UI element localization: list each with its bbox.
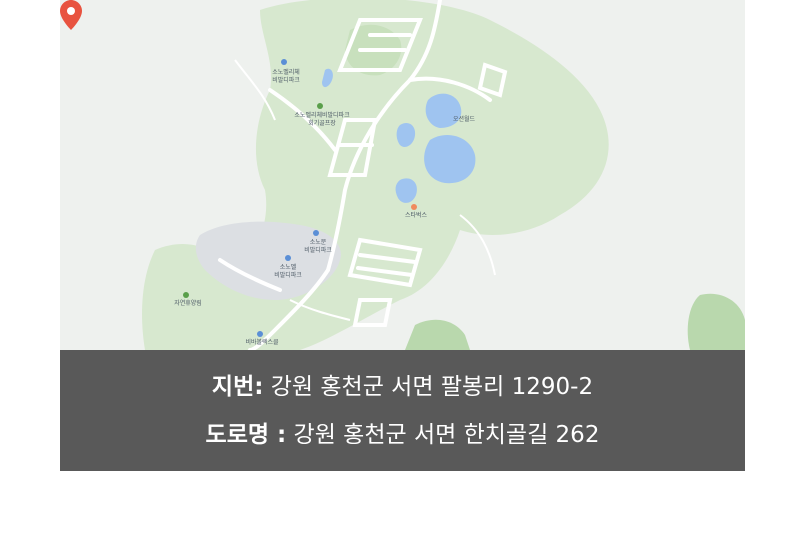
- label-ocean-world[interactable]: 오션월드: [453, 116, 475, 124]
- jibun-label: 지번:: [211, 374, 264, 400]
- starbucks-icon: [411, 204, 417, 210]
- sono-bell-icon: [285, 255, 291, 261]
- map-canvas: [142, 0, 745, 350]
- sono-mun-icon: [313, 230, 319, 236]
- park-area-east: [687, 293, 745, 350]
- label-sono-mun[interactable]: 소노문 비발디파크: [304, 239, 332, 255]
- jibun-address: 지번: 강원 홍천군 서면 팔봉리 1290-2: [60, 372, 745, 402]
- label-sono-bell[interactable]: 소노벨 비발디파크: [274, 264, 302, 280]
- nature-trail-icon: [183, 292, 189, 298]
- label-vivaldi-park[interactable]: 소노벨리체 비발디파크: [272, 69, 300, 85]
- location-pin-icon[interactable]: [60, 0, 82, 30]
- jibun-value: 강원 홍천군 서면 팔봉리 1290-2: [263, 374, 594, 400]
- road-address: 도로명 : 강원 홍천군 서면 한치골길 262: [60, 420, 745, 450]
- label-golf[interactable]: 소노벨리체비발디파크 회기골프장: [294, 112, 349, 128]
- road-value: 강원 홍천군 서면 한치골길 262: [286, 422, 600, 448]
- label-starbucks[interactable]: 스타벅스: [405, 212, 427, 220]
- vivaldi-bottom-icon: [257, 331, 263, 337]
- park-area-south: [405, 319, 470, 350]
- label-vivaldi-bottom[interactable]: 비바볼렉스클: [245, 339, 278, 347]
- golf-icon: [317, 103, 323, 109]
- address-panel: 지번: 강원 홍천군 서면 팔봉리 1290-2 도로명 : 강원 홍천군 서면…: [60, 350, 745, 471]
- location-map[interactable]: 소노벨리체 비발디파크 소노벨리체비발디파크 회기골프장 오션월드 스타벅스 소…: [60, 0, 745, 350]
- vivaldi-park-icon: [281, 59, 287, 65]
- road-label: 도로명 :: [205, 422, 287, 448]
- location-card: 소노벨리체 비발디파크 소노벨리체비발디파크 회기골프장 오션월드 스타벅스 소…: [60, 0, 745, 471]
- label-nature-trail[interactable]: 자연휴양림: [174, 300, 202, 308]
